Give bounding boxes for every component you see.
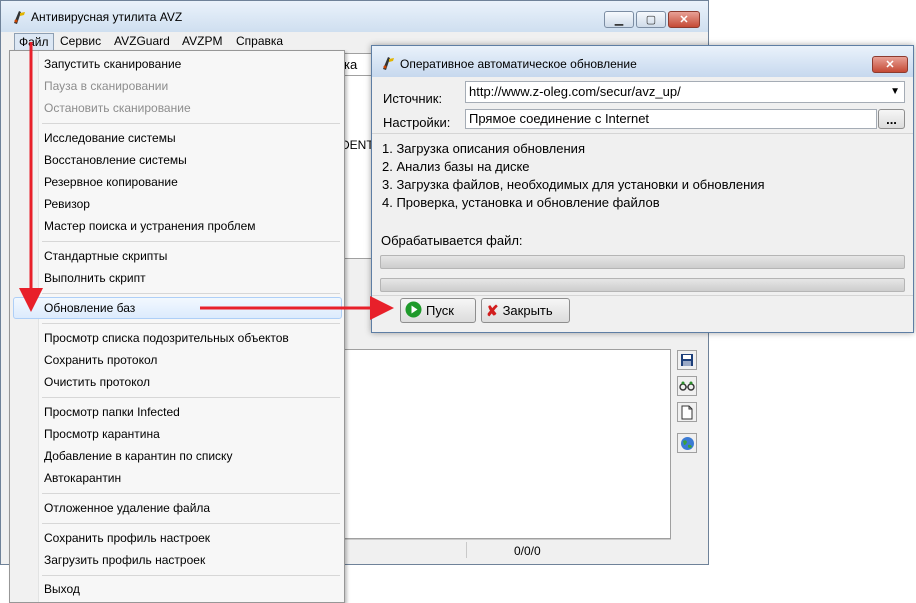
settings-label: Настройки: <box>383 115 451 130</box>
web-update-button[interactable] <box>677 433 697 453</box>
status-counter: 0/0/0 <box>514 544 541 558</box>
menu-separator <box>42 241 340 242</box>
status-bar: 0/0/0 <box>336 539 671 562</box>
dialog-title: Оперативное автоматическое обновление <box>400 57 637 71</box>
log-area[interactable] <box>336 349 671 539</box>
menu-avzpm[interactable]: AVZPM <box>178 33 226 49</box>
menu-separator <box>42 523 340 524</box>
globe-icon <box>680 436 695 454</box>
step-2: 2. Анализ базы на диске <box>382 159 530 174</box>
menu-file[interactable]: Файл <box>14 33 54 51</box>
window-title: Антивирусная утилита AVZ <box>31 10 183 24</box>
close-icon: ✕ <box>885 59 895 71</box>
tab-partial-label: ка <box>344 57 358 72</box>
menu-item-system-restore[interactable]: Восстановление системы <box>44 149 339 171</box>
processing-label: Обрабатывается файл: <box>381 233 523 248</box>
new-document-icon <box>681 405 693 423</box>
maximize-button[interactable]: ▢ <box>636 11 666 28</box>
menu-item-save-profile[interactable]: Сохранить профиль настроек <box>44 527 339 549</box>
source-select[interactable]: http://www.z-oleg.com/secur/avz_up/ ▼ <box>465 81 905 103</box>
main-title-bar: Антивирусная утилита AVZ ▁ ▢ ✕ <box>1 1 708 32</box>
close-icon: ✕ <box>679 14 689 26</box>
menu-item-infected-folder[interactable]: Просмотр папки Infected <box>44 401 339 423</box>
close-dialog-button[interactable]: ✘ Закрыть <box>481 298 570 323</box>
new-document-button[interactable] <box>677 402 697 422</box>
maximize-icon: ▢ <box>645 14 657 26</box>
menu-item-view-quarantine[interactable]: Просмотр карантина <box>44 423 339 445</box>
menu-item-deferred-delete[interactable]: Отложенное удаление файла <box>44 497 339 519</box>
close-dialog-button-label: Закрыть <box>502 303 553 318</box>
settings-field: Прямое соединение с Internet <box>465 109 877 129</box>
start-button-label: Пуск <box>426 303 454 318</box>
dialog-title-bar: Оперативное автоматическое обновление ✕ <box>372 46 913 77</box>
menu-separator <box>42 323 340 324</box>
dropdown-arrow-icon: ▼ <box>890 86 900 97</box>
menu-item-stop-scan: Остановить сканирование <box>44 101 191 115</box>
start-button[interactable]: Пуск <box>400 298 476 323</box>
menu-avzguard[interactable]: AVZGuard <box>110 33 174 49</box>
play-icon <box>405 301 422 321</box>
source-label: Источник: <box>383 91 443 106</box>
file-menu-dropdown: Запустить сканирование Пауза в сканирова… <box>9 50 345 603</box>
update-dialog: Оперативное автоматическое обновление ✕ … <box>371 45 914 333</box>
step-4: 4. Проверка, установка и обновление файл… <box>382 195 660 210</box>
settings-browse-button[interactable]: ... <box>878 109 905 129</box>
menu-separator <box>42 293 340 294</box>
save-log-button[interactable] <box>677 350 697 370</box>
content-fragment: DENT <box>341 138 374 152</box>
menu-item-exit[interactable]: Выход <box>44 578 339 600</box>
menu-item-backup[interactable]: Резервное копирование <box>44 171 339 193</box>
menu-item-start-scan[interactable]: Запустить сканирование <box>44 53 339 75</box>
view-button[interactable] <box>677 376 697 396</box>
minimize-button[interactable]: ▁ <box>604 11 634 28</box>
window-close-button[interactable]: ✕ <box>668 11 700 28</box>
step-3: 3. Загрузка файлов, необходимых для уста… <box>382 177 765 192</box>
minimize-icon: ▁ <box>614 14 624 26</box>
menu-item-save-log[interactable]: Сохранить протокол <box>44 349 339 371</box>
menu-item-quarantine-by-list[interactable]: Добавление в карантин по списку <box>44 445 339 467</box>
menu-separator <box>42 575 340 576</box>
menu-separator <box>42 123 340 124</box>
menu-separator <box>42 493 340 494</box>
menu-item-system-analysis[interactable]: Исследование системы <box>44 127 339 149</box>
dialog-close-button[interactable]: ✕ <box>872 56 908 73</box>
menu-item-pause-scan: Пауза в сканировании <box>44 79 169 93</box>
menu-item-standard-scripts[interactable]: Стандартные скрипты <box>44 245 339 267</box>
menu-separator <box>42 397 340 398</box>
settings-value: Прямое соединение с Internet <box>469 111 650 126</box>
menu-item-load-profile[interactable]: Загрузить профиль настроек <box>44 549 339 571</box>
app-icon <box>380 55 396 71</box>
menu-item-auditor[interactable]: Ревизор <box>44 193 339 215</box>
close-x-icon: ✘ <box>486 302 499 320</box>
menu-item-troubleshoot-wizard[interactable]: Мастер поиска и устранения проблем <box>44 215 339 237</box>
status-divider <box>466 542 467 558</box>
menu-item-update-databases[interactable]: Обновление баз <box>44 297 339 319</box>
menu-icon-gutter <box>10 51 39 602</box>
menu-item-clear-log[interactable]: Очистить протокол <box>44 371 339 393</box>
menu-item-suspicious-list[interactable]: Просмотр списка подозрительных объектов <box>44 327 339 349</box>
app-icon <box>11 9 27 25</box>
dialog-divider <box>372 133 913 134</box>
menu-item-autoquarantine[interactable]: Автокарантин <box>44 467 339 489</box>
menu-item-run-script[interactable]: Выполнить скрипт <box>44 267 339 289</box>
file-progress-bar <box>380 255 905 269</box>
glasses-icon <box>679 380 695 395</box>
save-icon <box>680 353 694 370</box>
step-1: 1. Загрузка описания обновления <box>382 141 585 156</box>
dialog-divider <box>372 295 913 296</box>
menu-help[interactable]: Справка <box>232 33 287 49</box>
source-value: http://www.z-oleg.com/secur/avz_up/ <box>469 84 681 99</box>
total-progress-bar <box>380 278 905 292</box>
menu-service[interactable]: Сервис <box>56 33 105 49</box>
